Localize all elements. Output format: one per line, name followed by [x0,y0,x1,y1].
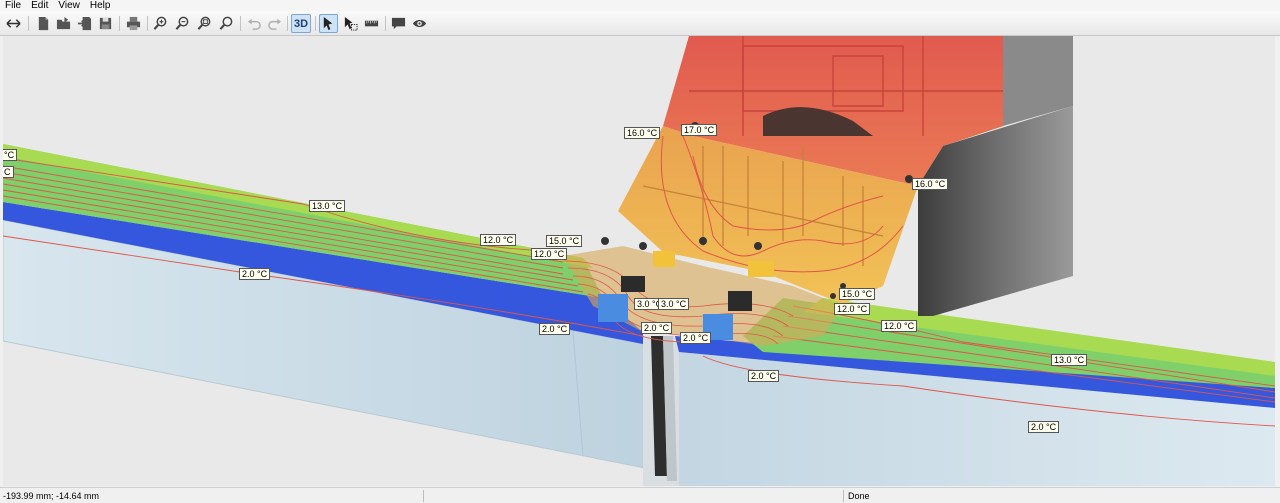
zoom-all-icon [219,16,233,30]
status-divider [423,490,424,502]
isotherm-label: 2.0 °C [239,268,271,280]
isotherm-label: 12.0 °C [480,234,517,246]
zoom-out-button[interactable] [173,14,192,33]
zoom-in-button[interactable] [151,14,170,33]
thermal-break-left [653,251,675,267]
save-icon [99,17,112,30]
isotherm-label: 17.0 °C [681,124,718,136]
thermal-scene [3,36,1275,486]
toolbar-separator [385,16,386,31]
3d-viewport[interactable]: °C C 13.0 °C 12.0 °C 2.0 °C 16.0 °C 17.0… [3,36,1275,486]
isotherm-label: C [3,166,14,178]
comment-icon [391,17,406,30]
status-message: Done [848,491,870,501]
select-area-icon [344,16,358,31]
isotherm-label: 12.0 °C [881,320,918,332]
isotherm-label: 2.0 °C [641,322,673,334]
undo-button[interactable] [245,14,264,33]
select-button[interactable] [319,14,338,33]
isotherm-label: 2.0 °C [1028,421,1060,433]
undo-icon [247,18,261,30]
isotherm-label: 16.0 °C [912,178,949,190]
zoom-in-icon [153,16,167,30]
toolbar: 3D [0,11,1280,36]
print-icon [126,16,141,31]
redo-icon [268,18,282,30]
cursor-coordinates: -193.99 mm; -14.64 mm [3,491,100,501]
toolbar-separator [147,16,148,31]
status-divider [843,490,844,502]
gasket-right-dark [728,291,752,311]
open-folder-icon [56,16,71,30]
gasket-left-dark [621,276,645,292]
open-folder-button[interactable] [54,14,73,33]
fit-horizontal-icon [6,19,21,28]
menu-bar: File Edit View Help [0,0,1280,11]
save-button[interactable] [96,14,115,33]
eye-icon [412,19,427,28]
isotherm-label: 16.0 °C [624,127,661,139]
status-bar: -193.99 mm; -14.64 mm Done [0,487,1280,503]
new-file-button[interactable] [34,14,53,33]
isotherm-label: 15.0 °C [546,235,583,247]
3d-view-icon: 3D [293,17,309,30]
3d-view-button[interactable]: 3D [291,14,311,33]
new-file-icon [38,16,49,31]
isotherm-label: 3.0 °C [658,298,690,310]
isotherm-label: 15.0 °C [839,288,876,300]
select-arrow-icon [323,16,333,31]
zoom-window-icon [197,16,211,30]
isotherm-label: 13.0 °C [309,200,346,212]
isotherm-label: 13.0 °C [1051,354,1088,366]
visibility-button[interactable] [410,14,429,33]
isotherm-label: 2.0 °C [680,332,712,344]
gasket-left [598,294,628,322]
menu-file[interactable]: File [0,0,26,11]
import-icon [77,16,92,31]
toolbar-separator [315,16,316,31]
thermal-break-right [748,261,774,277]
toolbar-separator [28,16,29,31]
zoom-window-button[interactable] [195,14,214,33]
menu-edit[interactable]: Edit [26,0,53,11]
toolbar-separator [287,16,288,31]
zoom-out-icon [175,16,189,30]
print-button[interactable] [124,14,143,33]
isotherm-label: 2.0 °C [539,323,571,335]
select-area-button[interactable] [341,14,360,33]
import-button[interactable] [75,14,94,33]
comment-button[interactable] [389,14,408,33]
menu-view[interactable]: View [53,0,85,11]
isotherm-label: °C [3,149,18,161]
redo-button[interactable] [265,14,284,33]
isotherm-label: 12.0 °C [834,303,871,315]
zoom-all-button[interactable] [217,14,236,33]
fit-horizontal-button[interactable] [4,14,23,33]
ruler-icon [364,20,379,27]
isotherm-label: 12.0 °C [531,248,568,260]
toolbar-separator [240,16,241,31]
isotherm-label: 2.0 °C [748,370,780,382]
toolbar-separator [119,16,120,31]
menu-help[interactable]: Help [85,0,116,11]
measure-button[interactable] [362,14,381,33]
